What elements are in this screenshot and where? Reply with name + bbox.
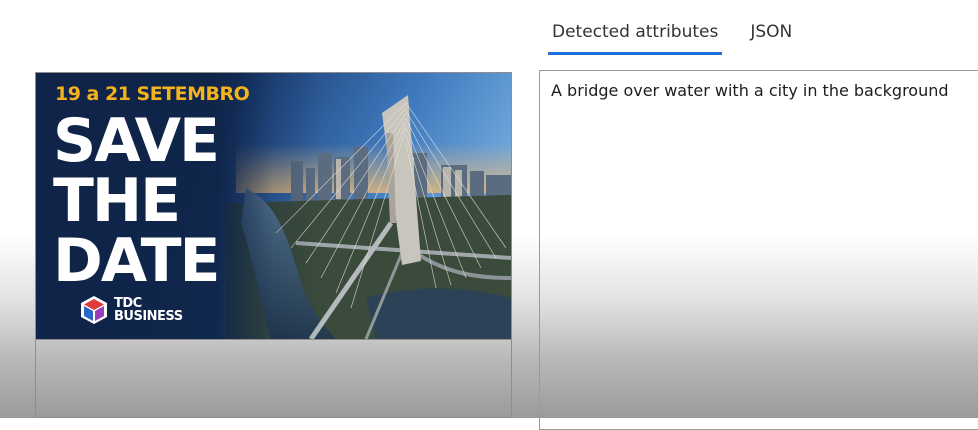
logo-wordmark: TDC BUSINESS [114, 297, 183, 323]
tab-bar: Detected attributes JSON [548, 18, 820, 58]
event-date-text: 19 a 21 SETEMBRO [55, 83, 250, 105]
headline-date: DATE [53, 226, 220, 296]
image-preview-card: 19 a 21 SETEMBRO SAVE THE DATE TDC BUSIN… [35, 72, 512, 418]
event-banner-image: 19 a 21 SETEMBRO SAVE THE DATE TDC BUSIN… [36, 73, 511, 339]
logo-line-business: BUSINESS [114, 309, 183, 324]
tdc-business-logo: TDC BUSINESS [78, 294, 183, 326]
image-card-lower-area [36, 339, 511, 417]
detected-attributes-panel: A bridge over water with a city in the b… [539, 70, 978, 430]
caption-text: A bridge over water with a city in the b… [551, 81, 949, 100]
tdc-cube-logo-icon [81, 296, 107, 324]
tab-json[interactable]: JSON [746, 18, 796, 55]
tab-detected-attributes[interactable]: Detected attributes [548, 18, 723, 55]
headline-save: SAVE [53, 106, 220, 176]
headline-the: THE [53, 166, 181, 236]
